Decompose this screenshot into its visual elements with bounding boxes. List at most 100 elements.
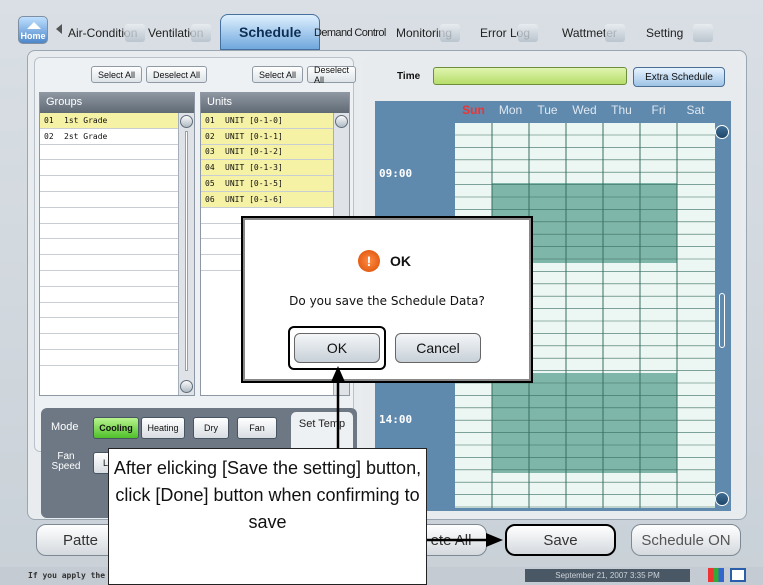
list-item: [40, 145, 194, 161]
set-temp-label: Set Temp: [298, 418, 346, 430]
schedule-on-button[interactable]: Schedule ON: [631, 524, 741, 556]
day-sat: Sat: [686, 103, 705, 117]
instruction-callout: After elicking [Save the setting] button…: [108, 448, 427, 585]
list-item: [40, 160, 194, 177]
row-number: 04: [205, 163, 215, 173]
dialog-message: Do you save the Schedule Data?: [289, 294, 485, 308]
groups-list: Groups 01 1st Grade 02 2st Grade: [39, 92, 195, 396]
list-item[interactable]: 02 2st Grade: [40, 129, 194, 145]
day-thu: Thu: [611, 103, 632, 117]
row-number: 01: [205, 115, 215, 125]
row-name: UNIT [0-1-1]: [225, 131, 283, 141]
tab-setting[interactable]: Setting: [642, 18, 714, 48]
groups-scrollbar[interactable]: [178, 113, 194, 395]
fan-button[interactable]: Fan: [237, 417, 277, 439]
time-label: Time: [397, 71, 421, 82]
error-log-icon: [518, 24, 539, 42]
list-item: [40, 192, 194, 208]
window-icon[interactable]: [730, 568, 746, 582]
list-item: [40, 224, 194, 240]
groups-deselect-all-button[interactable]: Deselect All: [146, 66, 208, 83]
day-mon: Mon: [498, 103, 523, 117]
setting-icon: [693, 24, 714, 42]
status-indicator-icon: [708, 568, 724, 582]
row-number: 05: [205, 179, 215, 189]
tab-monitoring[interactable]: Monitoring: [392, 18, 461, 48]
hour-label-1400: 14:00: [379, 413, 413, 426]
tab-error-log[interactable]: Error Log: [476, 18, 539, 48]
tab-bar: Home Air-Condition Ventilation Schedule …: [12, 14, 752, 50]
tab-wattmeter[interactable]: Wattmeter: [558, 18, 625, 48]
warning-icon: !: [358, 250, 380, 272]
air-condition-icon: [125, 24, 146, 42]
app-window: Home Air-Condition Ventilation Schedule …: [0, 0, 763, 585]
units-select-all-button[interactable]: Select All: [252, 66, 304, 83]
time-range-bar[interactable]: [433, 67, 627, 85]
list-item[interactable]: 01 1st Grade: [40, 113, 194, 129]
dialog-title-text: OK: [390, 253, 411, 269]
tab-schedule[interactable]: Schedule: [220, 14, 321, 50]
scheduled-block: [492, 373, 677, 473]
dialog-cancel-button[interactable]: Cancel: [395, 333, 481, 363]
row-name: 1st Grade: [64, 115, 108, 125]
row-name: UNIT [0-1-0]: [225, 115, 283, 125]
tab-demand-control[interactable]: Demand Control: [310, 18, 386, 48]
wattmeter-icon: [604, 24, 625, 42]
list-item[interactable]: 01 UNIT [0-1-0]: [201, 113, 349, 129]
save-button[interactable]: Save: [505, 524, 616, 556]
row-name: 2st Grade: [64, 131, 108, 141]
day-sun: Sun: [462, 103, 485, 117]
list-item[interactable]: 04 UNIT [0-1-3]: [201, 160, 349, 177]
schedule-scrollbar[interactable]: [715, 123, 729, 508]
list-item: [40, 271, 194, 287]
ok-highlight-box: [288, 326, 386, 370]
hour-label-0900: 09:00: [379, 167, 413, 180]
heating-button[interactable]: Heating: [141, 417, 185, 439]
tab-label: Demand Control: [314, 27, 386, 39]
datetime-display: September 21, 2007 3:35 PM: [525, 569, 690, 582]
scroll-thumb[interactable]: [185, 131, 188, 371]
mode-label: Mode: [51, 421, 79, 433]
list-item[interactable]: 03 UNIT [0-1-2]: [201, 144, 349, 161]
list-item: [40, 176, 194, 192]
groups-header: Groups: [40, 93, 194, 113]
scroll-down-icon[interactable]: [715, 492, 729, 506]
day-wed: Wed: [572, 103, 597, 117]
scroll-up-icon[interactable]: [715, 125, 729, 139]
row-number: 02: [44, 131, 54, 141]
list-item[interactable]: 06 UNIT [0-1-6]: [201, 191, 349, 208]
row-number: 03: [205, 147, 215, 157]
row-number: 02: [205, 131, 215, 141]
list-item: [40, 287, 194, 303]
confirm-dialog: ! OK Do you save the Schedule Data? OK C…: [243, 218, 531, 381]
scroll-thumb[interactable]: [719, 293, 725, 348]
day-fri: Fri: [651, 103, 666, 117]
list-item: [40, 255, 194, 271]
fan-speed-label: Fan Speed: [51, 451, 81, 472]
tab-ventilation[interactable]: Ventilation: [144, 18, 212, 48]
list-item: [40, 318, 194, 335]
cooling-button[interactable]: Cooling: [93, 417, 139, 439]
units-deselect-all-button[interactable]: Deselect All: [307, 65, 357, 85]
scroll-up-icon[interactable]: [335, 115, 348, 128]
extra-schedule-button[interactable]: Extra Schedule: [633, 67, 725, 87]
pattern-button[interactable]: Patte: [36, 524, 118, 556]
groups-select-all-button[interactable]: Select All: [91, 66, 143, 83]
list-item[interactable]: 02 UNIT [0-1-1]: [201, 128, 349, 145]
scroll-left-icon[interactable]: [56, 24, 62, 34]
tab-label: Schedule: [239, 24, 302, 40]
dry-button[interactable]: Dry: [193, 417, 229, 439]
day-tue: Tue: [537, 103, 558, 117]
ventilation-icon: [191, 24, 212, 42]
home-button[interactable]: Home: [18, 16, 48, 44]
scroll-up-icon[interactable]: [180, 115, 193, 128]
scroll-down-icon[interactable]: [180, 380, 193, 393]
row-name: UNIT [0-1-5]: [225, 179, 283, 189]
units-header: Units: [201, 93, 349, 113]
tab-air-condition[interactable]: Air-Condition: [64, 18, 146, 48]
list-item[interactable]: 05 UNIT [0-1-5]: [201, 176, 349, 192]
list-item: [40, 208, 194, 224]
row-name: UNIT [0-1-3]: [225, 163, 283, 173]
row-number: 01: [44, 115, 54, 125]
footer-hint: If you apply the: [28, 571, 106, 580]
